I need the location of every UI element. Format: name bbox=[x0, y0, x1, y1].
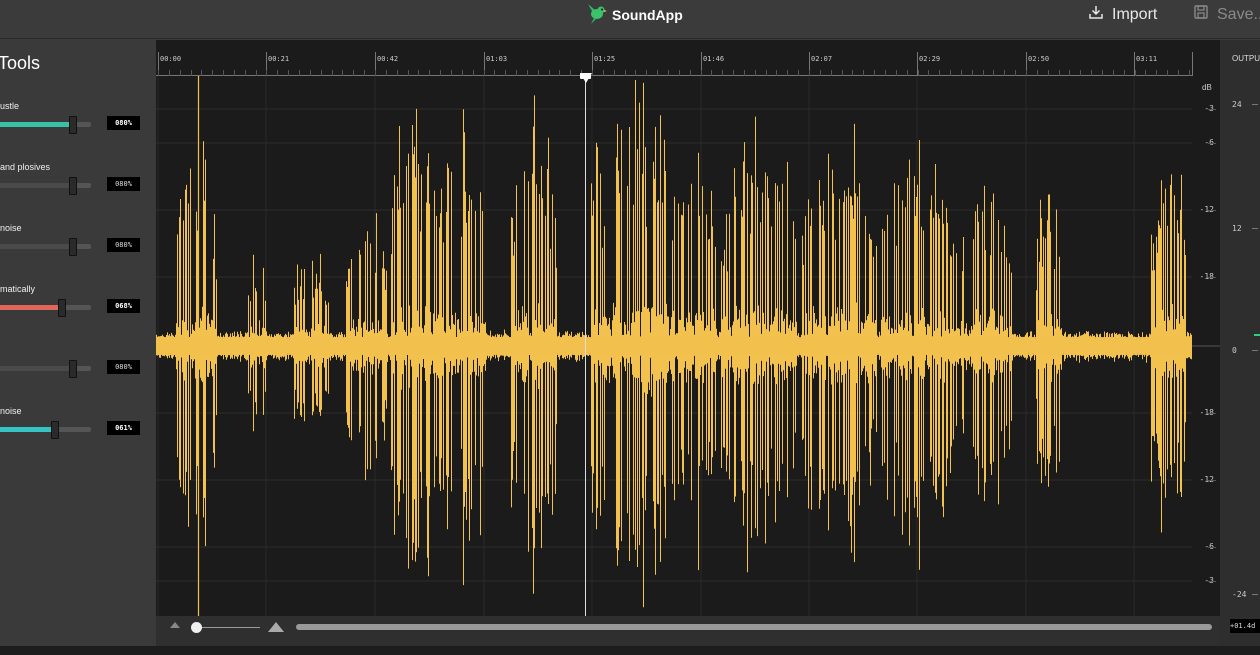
bird-logo-icon bbox=[584, 1, 608, 30]
tool-value: 080% bbox=[107, 116, 140, 130]
tool-value: 061% bbox=[107, 421, 140, 435]
db-unit: dB bbox=[1202, 83, 1212, 92]
slider-fill bbox=[0, 183, 72, 188]
output-label: 0 bbox=[1232, 346, 1237, 355]
time-label: 00:21 bbox=[268, 55, 290, 63]
tool-label: and plosives bbox=[0, 162, 51, 172]
slider-thumb[interactable] bbox=[69, 116, 77, 134]
slider-thumb[interactable] bbox=[69, 177, 77, 195]
output-value: +01.4d bbox=[1230, 619, 1260, 633]
db-tick bbox=[1208, 210, 1216, 211]
tool-value: 080% bbox=[107, 177, 140, 191]
playhead-knob[interactable] bbox=[580, 73, 591, 79]
tool-value: 068% bbox=[107, 299, 140, 313]
slider-thumb[interactable] bbox=[69, 238, 77, 256]
output-label: -24 bbox=[1232, 590, 1247, 599]
tool-row: noise 080% bbox=[0, 223, 156, 283]
save-label: Save... bbox=[1217, 5, 1260, 23]
slider-fill bbox=[0, 305, 61, 310]
footer-strip bbox=[0, 646, 1260, 655]
time-label: 00:00 bbox=[160, 55, 182, 63]
time-label: 00:42 bbox=[377, 55, 399, 63]
download-icon bbox=[1088, 4, 1112, 25]
output-label: 12 bbox=[1232, 224, 1242, 233]
playhead-line[interactable] bbox=[585, 73, 586, 616]
horizontal-scrollbar[interactable] bbox=[296, 624, 1212, 630]
time-label: 02:29 bbox=[919, 55, 941, 63]
app-name: SoundApp bbox=[612, 7, 683, 23]
slider-thumb[interactable] bbox=[69, 360, 77, 378]
tool-label: matically bbox=[0, 284, 36, 294]
slider-thumb[interactable] bbox=[50, 421, 59, 439]
slider-thumb[interactable] bbox=[57, 299, 66, 317]
time-label: 01:46 bbox=[703, 55, 725, 63]
import-label: Import bbox=[1112, 5, 1158, 23]
time-label: 01:25 bbox=[594, 55, 616, 63]
slider-fill bbox=[0, 122, 72, 127]
db-tick bbox=[1208, 547, 1216, 548]
tool-row: matically 068% bbox=[0, 284, 156, 344]
audio-waveform[interactable] bbox=[156, 76, 1220, 616]
brand: SoundApp bbox=[584, 2, 683, 28]
tool-slider[interactable] bbox=[0, 238, 91, 256]
tool-row: noise 061% bbox=[0, 406, 156, 466]
tool-label: noise bbox=[0, 223, 22, 233]
tool-label: noise bbox=[0, 406, 22, 416]
floppy-disk-icon bbox=[1193, 4, 1217, 25]
timeline-ruler[interactable]: 00:00 00:21 00:42 01:03 01:25 01:46 02:0… bbox=[156, 40, 1220, 76]
save-button[interactable]: Save... bbox=[1193, 4, 1260, 25]
tool-slider[interactable] bbox=[0, 360, 91, 378]
zoom-slider-thumb[interactable] bbox=[191, 622, 202, 633]
tools-panel: Tools ustle 080% and plosives 080% noise… bbox=[0, 39, 156, 655]
time-label: 03:11 bbox=[1136, 55, 1158, 63]
tool-slider[interactable] bbox=[0, 421, 91, 439]
output-level-marker bbox=[1254, 334, 1260, 336]
zoom-out-mountain-icon[interactable] bbox=[170, 622, 180, 628]
slider-fill bbox=[0, 366, 72, 371]
tools-title: Tools bbox=[0, 53, 41, 73]
import-button[interactable]: Import bbox=[1088, 4, 1157, 25]
output-title: OUTPU bbox=[1232, 54, 1260, 63]
tool-row: ustle 080% bbox=[0, 101, 156, 161]
tool-row: 080% bbox=[0, 345, 156, 405]
tool-value: 080% bbox=[107, 238, 140, 252]
waveform-editor[interactable]: 00:00 00:21 00:42 01:03 01:25 01:46 02:0… bbox=[156, 40, 1220, 616]
zoom-in-mountain-icon[interactable] bbox=[268, 622, 284, 632]
db-tick bbox=[1208, 413, 1216, 414]
top-bar: SoundApp Import Save... bbox=[0, 0, 1260, 39]
time-label: 02:07 bbox=[811, 55, 833, 63]
db-tick bbox=[1208, 581, 1216, 582]
slider-fill bbox=[0, 427, 54, 432]
tool-value: 080% bbox=[107, 360, 140, 374]
time-label: 01:03 bbox=[486, 55, 508, 63]
tool-slider[interactable] bbox=[0, 116, 91, 134]
tool-slider[interactable] bbox=[0, 177, 91, 195]
db-tick bbox=[1208, 480, 1216, 481]
db-tick bbox=[1208, 109, 1216, 110]
ruler-tick bbox=[1192, 52, 1193, 76]
tool-slider[interactable] bbox=[0, 299, 91, 317]
db-tick bbox=[1208, 143, 1216, 144]
tool-label: ustle bbox=[0, 101, 20, 111]
output-label: 24 bbox=[1232, 100, 1242, 109]
waveform-core bbox=[156, 337, 1192, 355]
output-meter: OUTPU 24 12 0 -24 +01.4d bbox=[1220, 40, 1260, 646]
zoom-bar bbox=[156, 616, 1220, 646]
tool-row: and plosives 080% bbox=[0, 162, 156, 222]
slider-fill bbox=[0, 244, 72, 249]
db-tick bbox=[1208, 277, 1216, 278]
time-label: 02:50 bbox=[1028, 55, 1050, 63]
zoom-slider-track[interactable] bbox=[196, 627, 260, 628]
